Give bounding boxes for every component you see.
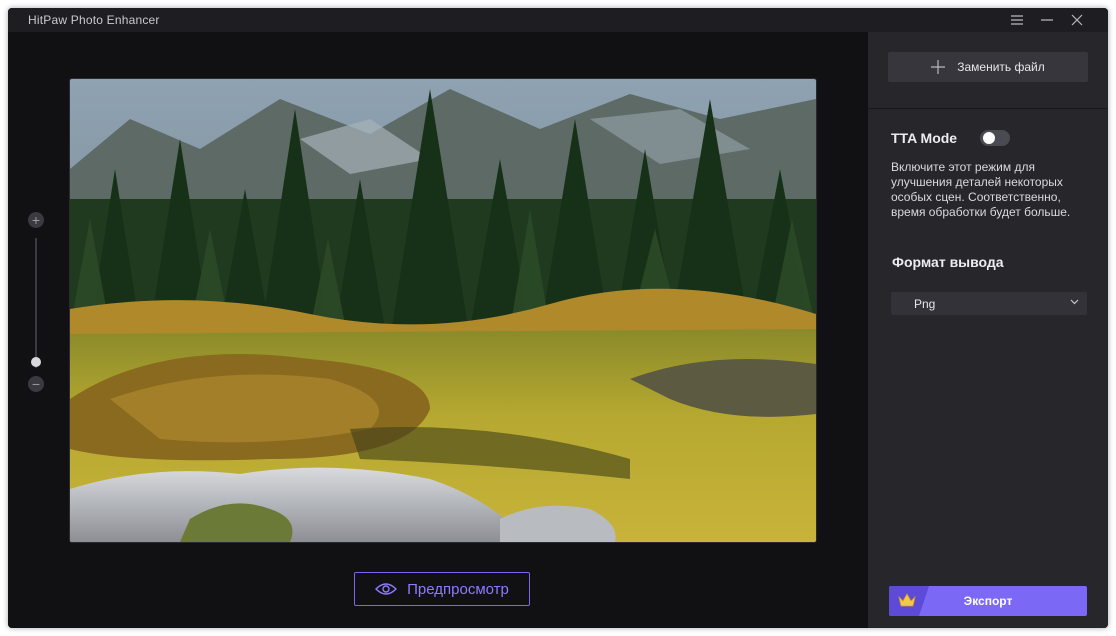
zoom-out-button[interactable]: − [28, 376, 44, 392]
app-title: HitPaw Photo Enhancer [28, 13, 160, 27]
preview-button[interactable]: Предпросмотр [354, 572, 530, 606]
output-format-select[interactable]: Png [891, 292, 1087, 315]
hamburger-menu-icon[interactable] [1005, 11, 1029, 29]
zoom-slider[interactable]: + − [27, 212, 47, 412]
landscape-photo [70, 79, 816, 542]
tta-mode-description: Включите этот режим для улучшения детале… [891, 160, 1071, 219]
export-button[interactable]: Экспорт [889, 586, 1087, 616]
preview-button-label: Предпросмотр [407, 580, 509, 598]
toggle-knob [983, 132, 995, 144]
eye-icon [375, 583, 398, 595]
tta-mode-label: TTA Mode [891, 130, 958, 146]
image-preview [69, 78, 817, 543]
export-button-label: Экспорт [963, 594, 1013, 608]
zoom-thumb[interactable] [31, 356, 41, 367]
minimize-icon[interactable] [1035, 11, 1059, 29]
app-window: HitPaw Photo Enhancer + − Предпросмотр З… [8, 8, 1108, 628]
tta-mode-toggle[interactable] [980, 130, 1010, 146]
divider [868, 108, 1108, 109]
replace-file-button[interactable]: Заменить файл [888, 52, 1088, 82]
zoom-in-button[interactable]: + [28, 212, 44, 228]
settings-sidebar: Заменить файл TTA Mode Включите этот реж… [868, 32, 1108, 628]
output-format-value: Png [914, 297, 936, 311]
plus-icon [931, 60, 946, 74]
title-bar: HitPaw Photo Enhancer [8, 8, 1108, 32]
preview-workspace: + − Предпросмотр [8, 32, 868, 628]
output-format-label: Формат вывода [892, 254, 1004, 270]
chevron-down-icon [1070, 299, 1079, 305]
replace-file-label: Заменить файл [957, 60, 1045, 74]
close-icon[interactable] [1065, 11, 1089, 29]
zoom-track[interactable] [35, 238, 37, 368]
